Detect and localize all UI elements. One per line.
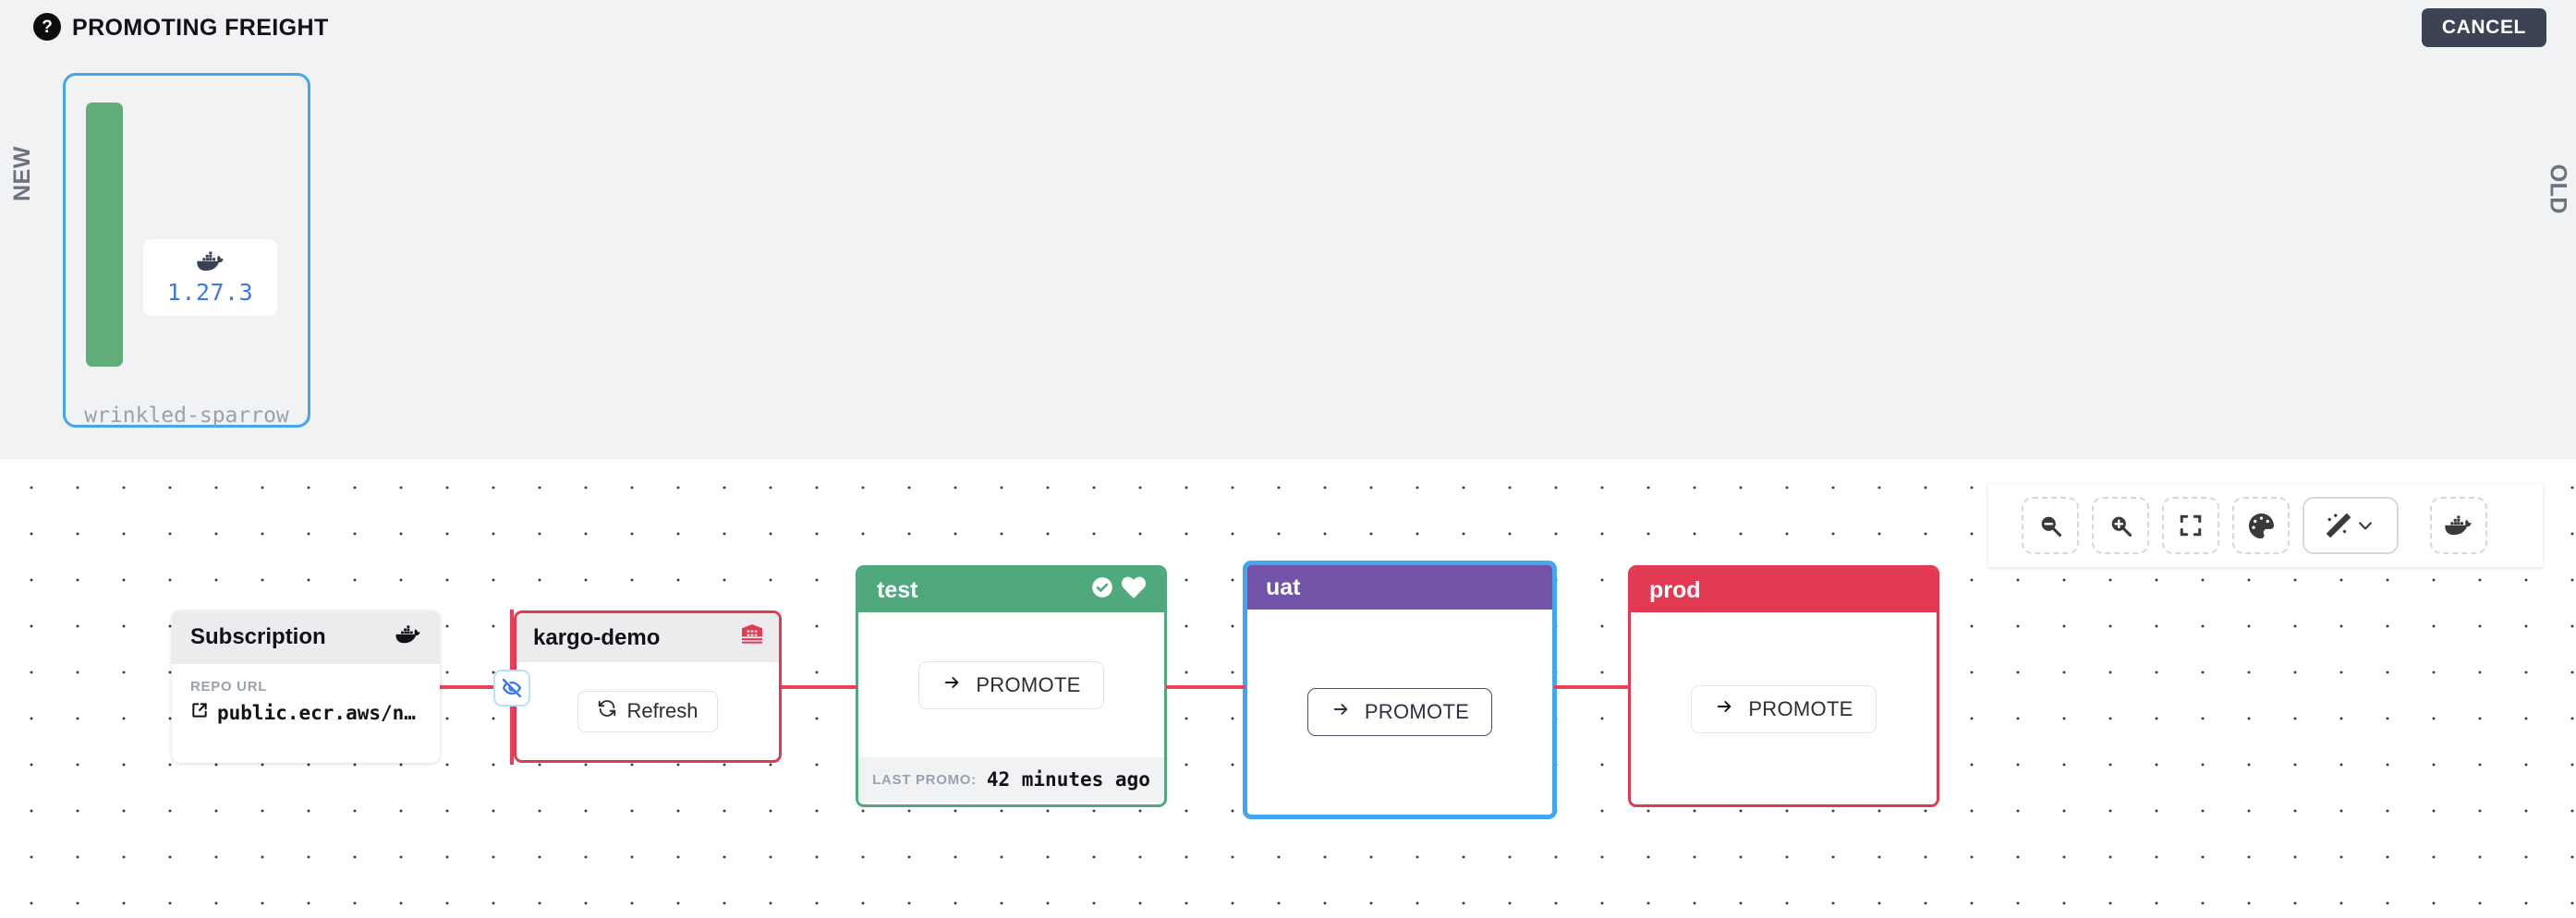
zoom-in-icon[interactable] <box>2092 497 2149 554</box>
page-title: PROMOTING FREIGHT <box>72 15 329 41</box>
stage-header-uat: uat <box>1247 565 1552 610</box>
palette-icon[interactable] <box>2232 497 2290 554</box>
edge-warehouse-test <box>782 685 857 689</box>
freight-version: 1.27.3 <box>166 278 254 306</box>
arrow-right-icon <box>942 673 963 697</box>
stage-body-test: PROMOTE <box>858 612 1164 757</box>
repo-url-value-row[interactable]: public.ecr.aws/n… <box>190 701 421 724</box>
refresh-icon <box>597 698 617 724</box>
stage-node-uat[interactable]: uat PROMOTE <box>1243 561 1557 819</box>
subscription-title: Subscription <box>190 624 326 649</box>
heart-icon[interactable] <box>1121 575 1146 606</box>
stage-body-uat: PROMOTE <box>1247 610 1552 815</box>
fit-view-icon[interactable] <box>2162 497 2219 554</box>
refresh-label: Refresh <box>626 699 699 722</box>
subscription-node[interactable]: Subscription REPO URL public.ecr.aws/n… <box>172 610 440 763</box>
arrow-right-icon <box>1714 697 1735 721</box>
docker-whale-icon[interactable] <box>2430 497 2487 554</box>
edge-uat-prod <box>1554 685 1630 689</box>
promotion-strip: ? PROMOTING FREIGHT CANCEL NEW OLD 1.27.… <box>0 0 2576 459</box>
docker-whale-icon <box>196 250 225 277</box>
stage-footer-test: LAST PROMO: 42 minutes ago <box>858 757 1164 802</box>
promote-button-test[interactable]: PROMOTE <box>918 660 1104 709</box>
freight-card[interactable]: 1.27.3 wrinkled-sparrow <box>63 73 310 428</box>
promote-button-uat[interactable]: PROMOTE <box>1306 688 1493 736</box>
old-side-label: OLD <box>2545 163 2570 214</box>
chevron-down-icon <box>2356 516 2375 535</box>
promote-label-uat: PROMOTE <box>1364 700 1470 723</box>
promote-label-prod: PROMOTE <box>1748 697 1853 720</box>
check-circle-icon[interactable] <box>1090 575 1114 606</box>
subscription-body: REPO URL public.ecr.aws/n… <box>172 664 440 724</box>
stage-name-prod: prod <box>1649 576 1701 603</box>
docker-whale-icon <box>395 624 421 651</box>
question-mark-circle-icon[interactable]: ? <box>33 13 61 41</box>
warehouse-icon <box>742 624 762 651</box>
magic-wand-icon <box>2327 513 2351 538</box>
warehouse-header: kargo-demo <box>516 613 779 662</box>
repo-url-label: REPO URL <box>190 679 268 695</box>
promote-label-test: PROMOTE <box>976 672 1081 696</box>
stage-node-prod[interactable]: prod PROMOTE <box>1628 565 1939 807</box>
freight-artifact-chip[interactable]: 1.27.3 <box>143 239 277 316</box>
external-link-icon <box>190 701 209 724</box>
arrow-right-icon <box>1331 700 1352 724</box>
cancel-button[interactable]: CANCEL <box>2421 8 2546 47</box>
stage-header-icons <box>1090 575 1146 606</box>
refresh-button[interactable]: Refresh <box>577 690 718 732</box>
stage-header-test: test <box>858 568 1164 612</box>
warehouse-title: kargo-demo <box>533 624 661 650</box>
eye-off-icon[interactable] <box>493 670 530 707</box>
freight-color-bar <box>86 103 123 367</box>
warehouse-body: Refresh <box>516 662 779 760</box>
stage-header-prod: prod <box>1631 568 1937 612</box>
freight-name: wrinkled-sparrow <box>84 404 289 428</box>
stage-name-test: test <box>877 576 918 603</box>
last-promo-value: 42 minutes ago <box>986 768 1150 791</box>
repo-url-value: public.ecr.aws/n… <box>217 701 416 724</box>
stage-node-test[interactable]: test PROMOTE LAST PROMO: 42 minutes ago <box>856 565 1167 807</box>
canvas-toolbar <box>1988 484 2543 567</box>
stage-name-uat: uat <box>1266 574 1301 600</box>
stage-body-prod: PROMOTE <box>1631 612 1937 804</box>
magic-wand-button[interactable] <box>2303 497 2399 554</box>
warehouse-node[interactable]: kargo-demo Refresh <box>514 610 782 763</box>
promote-button-prod[interactable]: PROMOTE <box>1691 685 1877 733</box>
new-side-label: NEW <box>9 146 35 201</box>
promotion-header: ? PROMOTING FREIGHT CANCEL <box>0 0 2576 54</box>
zoom-out-icon[interactable] <box>2022 497 2079 554</box>
subscription-header: Subscription <box>172 610 440 664</box>
edge-test-uat <box>1166 685 1245 689</box>
last-promo-label: LAST PROMO: <box>872 771 977 788</box>
promotion-screen: ? PROMOTING FREIGHT CANCEL NEW OLD 1.27.… <box>0 0 2576 918</box>
